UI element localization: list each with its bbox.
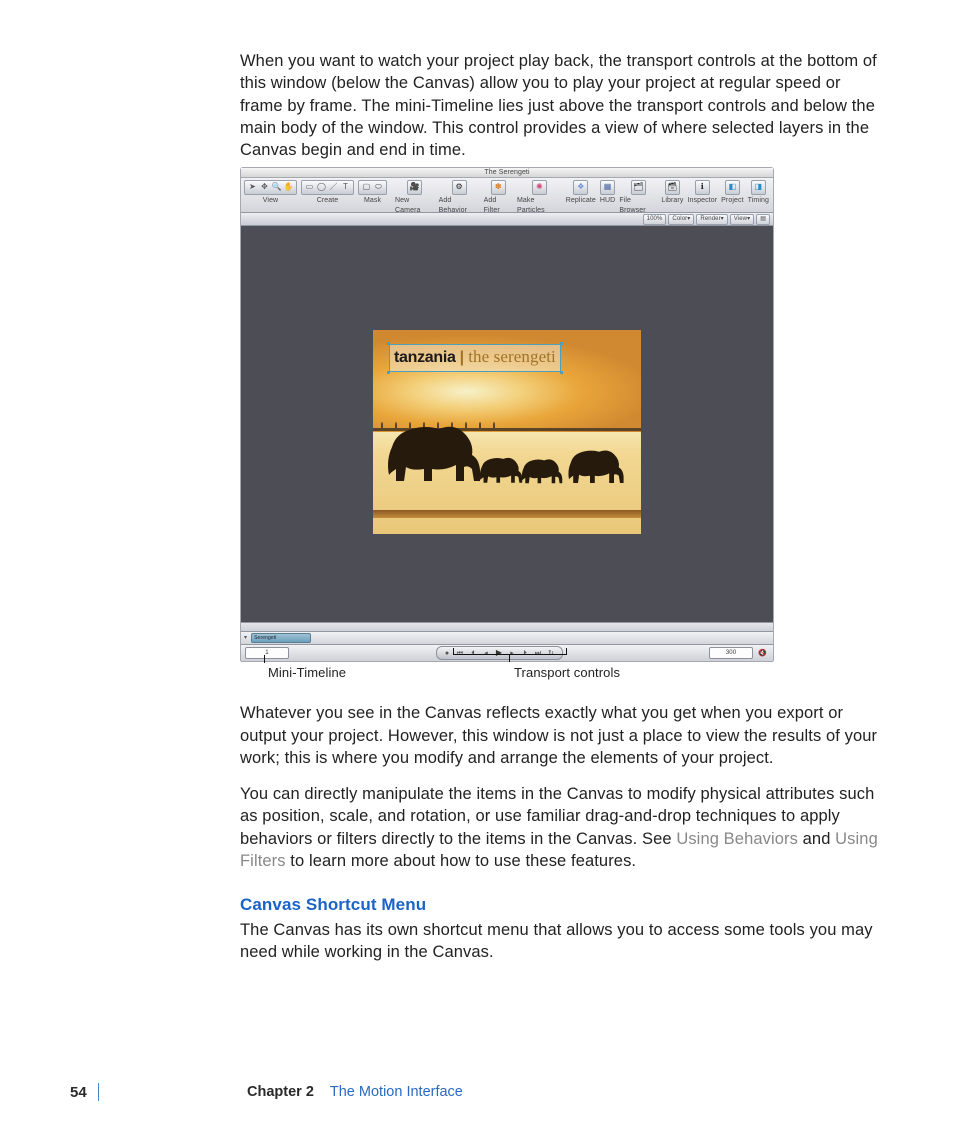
hud-icon: ▦ (600, 180, 615, 195)
pan-tool-icon[interactable]: ✥ (259, 182, 270, 193)
particles-icon: ✺ (532, 180, 547, 195)
toolbar-project[interactable]: ◧ Project (721, 180, 744, 205)
render-popup[interactable]: Render ▾ (696, 214, 727, 225)
link-using-behaviors[interactable]: Using Behaviors (676, 830, 798, 848)
callout-mini-timeline: Mini-Timeline (268, 664, 346, 682)
timecode-current[interactable]: 1 (245, 647, 289, 659)
hand-tool-icon[interactable]: ✋ (283, 182, 294, 193)
paragraph-3: You can directly manipulate the items in… (240, 783, 880, 872)
page-footer: 54 Chapter 2 The Motion Interface (70, 1083, 884, 1101)
filter-icon: ✽ (491, 180, 506, 195)
project-icon: ◧ (725, 180, 740, 195)
audio-mute-icon[interactable]: 🔇 (757, 648, 768, 659)
paragraph-1: When you want to watch your project play… (240, 50, 880, 161)
text-run: and (798, 830, 835, 848)
paragraph-4: The Canvas has its own shortcut menu tha… (240, 919, 880, 964)
toolbar-group-view[interactable]: ➤ ✥ 🔍 ✋ View (244, 180, 297, 205)
mini-timeline[interactable]: ▾ Serengeti (241, 631, 773, 644)
toolbar-hud[interactable]: ▦ HUD (600, 180, 615, 205)
toolbar-label-mask: Mask (364, 196, 381, 205)
toolbar-make-particles[interactable]: ✺ Make Particles (517, 180, 562, 215)
toolbar-library[interactable]: 🗃 Library (661, 180, 683, 205)
chapter-label: Chapter 2 (247, 1084, 314, 1100)
gear-icon: ⚙ (452, 180, 467, 195)
line-tool-icon[interactable]: ／ (328, 182, 339, 193)
window-titlebar: The Serengeti (241, 168, 773, 178)
mask-rect-icon[interactable]: ▢ (361, 182, 372, 193)
toolbar-timing[interactable]: ◨ Timing (748, 180, 769, 205)
selected-text-layer[interactable]: tanzania | the serengeti (389, 344, 561, 372)
heading-canvas-shortcut-menu: Canvas Shortcut Menu (240, 894, 880, 917)
toolbar-new-camera[interactable]: 🎥 New Camera (395, 180, 435, 215)
figure-callouts: Mini-Timeline Transport controls (240, 662, 774, 692)
toolbar-label: Timing (748, 196, 769, 205)
zoom-popup[interactable]: 100% (643, 214, 667, 225)
file-browser-icon: 🗂 (631, 180, 646, 195)
status-strip (241, 622, 773, 631)
toolbar-group-mask[interactable]: ▢ ⬭ Mask (358, 180, 387, 205)
view-options-bar: 100% Color ▾ Render ▾ View ▾ ▤ (241, 213, 773, 226)
elephant-silhouette-icon (384, 415, 484, 487)
elephant-silhouette-icon (566, 443, 626, 487)
app-window: The Serengeti ➤ ✥ 🔍 ✋ View ▭ (240, 167, 774, 662)
rect-tool-icon[interactable]: ▭ (304, 182, 315, 193)
toolbar-add-behavior[interactable]: ⚙ Add Behavior (439, 180, 480, 215)
elephant-silhouette-icon (478, 451, 524, 487)
zoom-tool-icon[interactable]: 🔍 (271, 182, 282, 193)
toolbar-inspector[interactable]: ℹ Inspector (687, 180, 717, 205)
replicate-icon: ❖ (573, 180, 588, 195)
figure-canvas-window: The Serengeti ➤ ✥ 🔍 ✋ View ▭ (240, 167, 774, 692)
toolbar-label: Project (721, 196, 744, 205)
arrow-tool-icon[interactable]: ➤ (247, 182, 258, 193)
mini-timeline-marker-icon: ▾ (244, 634, 247, 642)
text-run: to learn more about how to use these fea… (286, 852, 637, 870)
toolbar-file-browser[interactable]: 🗂 File Browser (619, 180, 657, 215)
record-button[interactable]: ● (442, 648, 453, 659)
color-popup[interactable]: Color ▾ (668, 214, 694, 225)
canvas-area[interactable]: tanzania | the serengeti (241, 226, 773, 622)
callout-transport-controls: Transport controls (514, 664, 620, 682)
mini-timeline-clip[interactable]: Serengeti (251, 633, 311, 643)
timecode-duration[interactable]: 300 (709, 647, 753, 659)
body-text-column: When you want to watch your project play… (240, 50, 880, 964)
text-tool-icon[interactable]: T (340, 182, 351, 193)
toolbar-replicate[interactable]: ❖ Replicate (566, 180, 596, 205)
canvas-content[interactable]: tanzania | the serengeti (373, 330, 641, 534)
toolbar-label-view: View (263, 196, 278, 205)
toolbar-label: Inspector (687, 196, 717, 205)
camera-icon: 🎥 (407, 180, 422, 195)
chapter-title: The Motion Interface (330, 1084, 463, 1100)
toolbar-label-create: Create (317, 196, 339, 205)
page-number: 54 (70, 1084, 92, 1101)
toolbar: ➤ ✥ 🔍 ✋ View ▭ ◯ ／ T (241, 178, 773, 213)
inspector-icon: ℹ (695, 180, 710, 195)
paragraph-2: Whatever you see in the Canvas reflects … (240, 702, 880, 769)
circle-tool-icon[interactable]: ◯ (316, 182, 327, 193)
toolbar-label: Replicate (566, 196, 596, 205)
library-icon: 🗃 (665, 180, 680, 195)
view-popup[interactable]: View ▾ (730, 214, 754, 225)
mask-ellipse-icon[interactable]: ⬭ (373, 182, 384, 193)
toolbar-label: Library (661, 196, 683, 205)
toolbar-group-create[interactable]: ▭ ◯ ／ T Create (301, 180, 354, 205)
toolbar-label: HUD (600, 196, 615, 205)
view-mode-icon[interactable]: ▤ (756, 214, 770, 225)
toolbar-add-filter[interactable]: ✽ Add Filter (484, 180, 513, 215)
footer-divider (98, 1083, 99, 1101)
elephant-silhouette-icon (520, 453, 564, 487)
timing-icon: ◨ (751, 180, 766, 195)
